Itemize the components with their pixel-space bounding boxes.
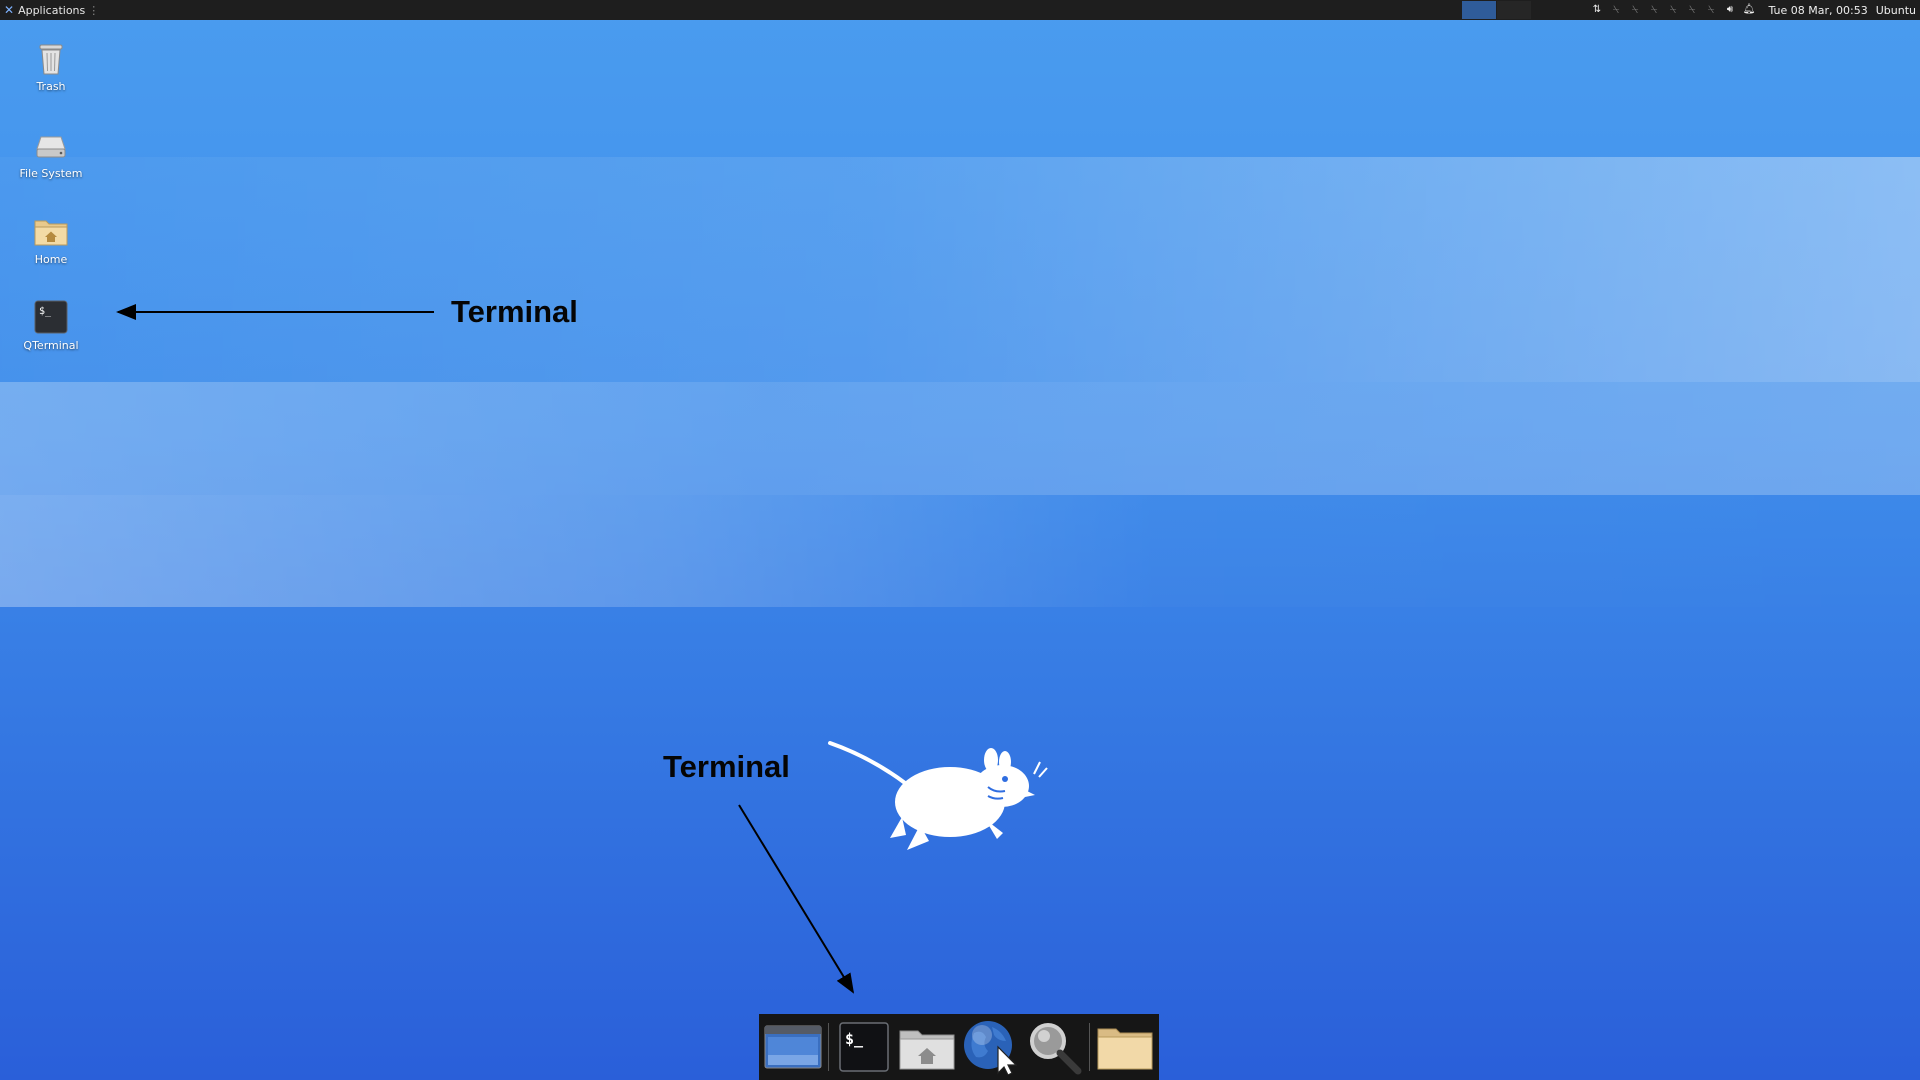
dock-panel: $_: [759, 1014, 1159, 1080]
search-icon: [1029, 1023, 1082, 1075]
dock-web-browser-button[interactable]: [960, 1017, 1022, 1077]
dock-terminal-button[interactable]: $_: [833, 1017, 895, 1077]
show-desktop-icon: [764, 1025, 822, 1069]
home-folder-icon: [899, 1030, 955, 1070]
dock-separator: [827, 1023, 829, 1071]
dock-show-desktop-button[interactable]: [762, 1017, 824, 1077]
dock-separator: [1089, 1023, 1091, 1071]
folder-icon: [1097, 1028, 1153, 1070]
dock-search-button[interactable]: [1024, 1017, 1086, 1077]
annotation-arrows: [116, 304, 855, 994]
annotation-label-top: Terminal: [451, 294, 578, 329]
web-browser-icon: [963, 1021, 1018, 1075]
xfce-mouse-logo: [828, 741, 1048, 850]
dock-folder-button[interactable]: [1094, 1017, 1156, 1077]
terminal-prompt-glyph: $_: [845, 1030, 864, 1048]
terminal-icon: $_: [838, 1022, 889, 1072]
annotation-label-bottom: Terminal: [663, 749, 790, 784]
dock-home-folder-button[interactable]: [896, 1017, 958, 1077]
desktop[interactable]: ✕ Applications ⋮ ⇅ ⍀ ⍀ ⍀ ⍀ ⍀ ⍀ 🔊︎ 🔔︎ Tue…: [0, 0, 1920, 1080]
